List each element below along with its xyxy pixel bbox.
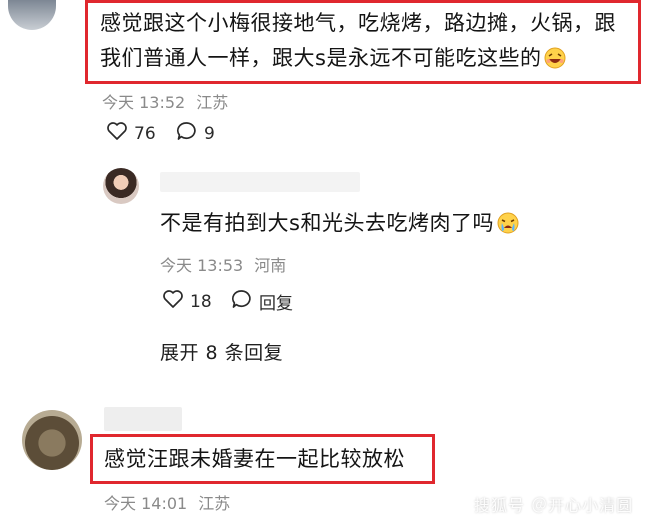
reply-button[interactable]: 9 [176, 121, 215, 146]
comment-meta: 今天 14:01 江苏 [104, 490, 230, 514]
comment-meta: 今天 13:53 河南 [160, 252, 286, 276]
laughing-face-emoji-icon [544, 46, 566, 69]
comment-text: 我们普通人一样，跟大s是永远不可能吃这些的 [100, 42, 566, 74]
timestamp: 今天 13:52 [102, 93, 186, 112]
like-button[interactable]: 76 [106, 121, 156, 146]
comment-text-line: 我们普通人一样，跟大s是永远不可能吃这些的 [100, 46, 542, 70]
reply-count: 9 [204, 123, 215, 144]
username [160, 172, 360, 192]
comment-bubble-icon [176, 121, 198, 146]
comment-text: 不是有拍到大s和光头去吃烤肉了吗 [160, 207, 519, 239]
timestamp: 今天 13:53 [160, 256, 244, 275]
avatar[interactable] [8, 0, 56, 30]
location: 江苏 [196, 93, 229, 112]
comment-text: 感觉汪跟未婚妻在一起比较放松 [104, 447, 405, 471]
avatar[interactable] [22, 410, 82, 470]
like-count: 76 [134, 123, 156, 144]
heart-icon [106, 121, 128, 146]
comment-bubble-icon [231, 289, 253, 314]
heart-icon [162, 289, 184, 314]
like-button[interactable]: 18 [162, 289, 212, 314]
like-count: 18 [190, 291, 212, 312]
expand-replies-button[interactable]: 展开 8 条回复 [160, 338, 283, 365]
timestamp: 今天 14:01 [104, 494, 188, 513]
crying-face-emoji-icon [497, 211, 519, 234]
location: 河南 [254, 256, 287, 275]
username [104, 407, 182, 431]
reply-label: 回复 [259, 294, 293, 314]
location: 江苏 [198, 494, 231, 513]
comment-text: 感觉跟这个小梅很接地气，吃烧烤，路边摊，火锅，跟 [100, 11, 616, 35]
reply-button[interactable]: 回复 [231, 289, 293, 314]
comment-text-line: 不是有拍到大s和光头去吃烤肉了吗 [160, 211, 494, 235]
avatar[interactable] [103, 168, 139, 204]
watermark: 搜狐号 ＠开心小清圆 [474, 496, 634, 515]
comment-meta: 今天 13:52 江苏 [102, 89, 228, 113]
